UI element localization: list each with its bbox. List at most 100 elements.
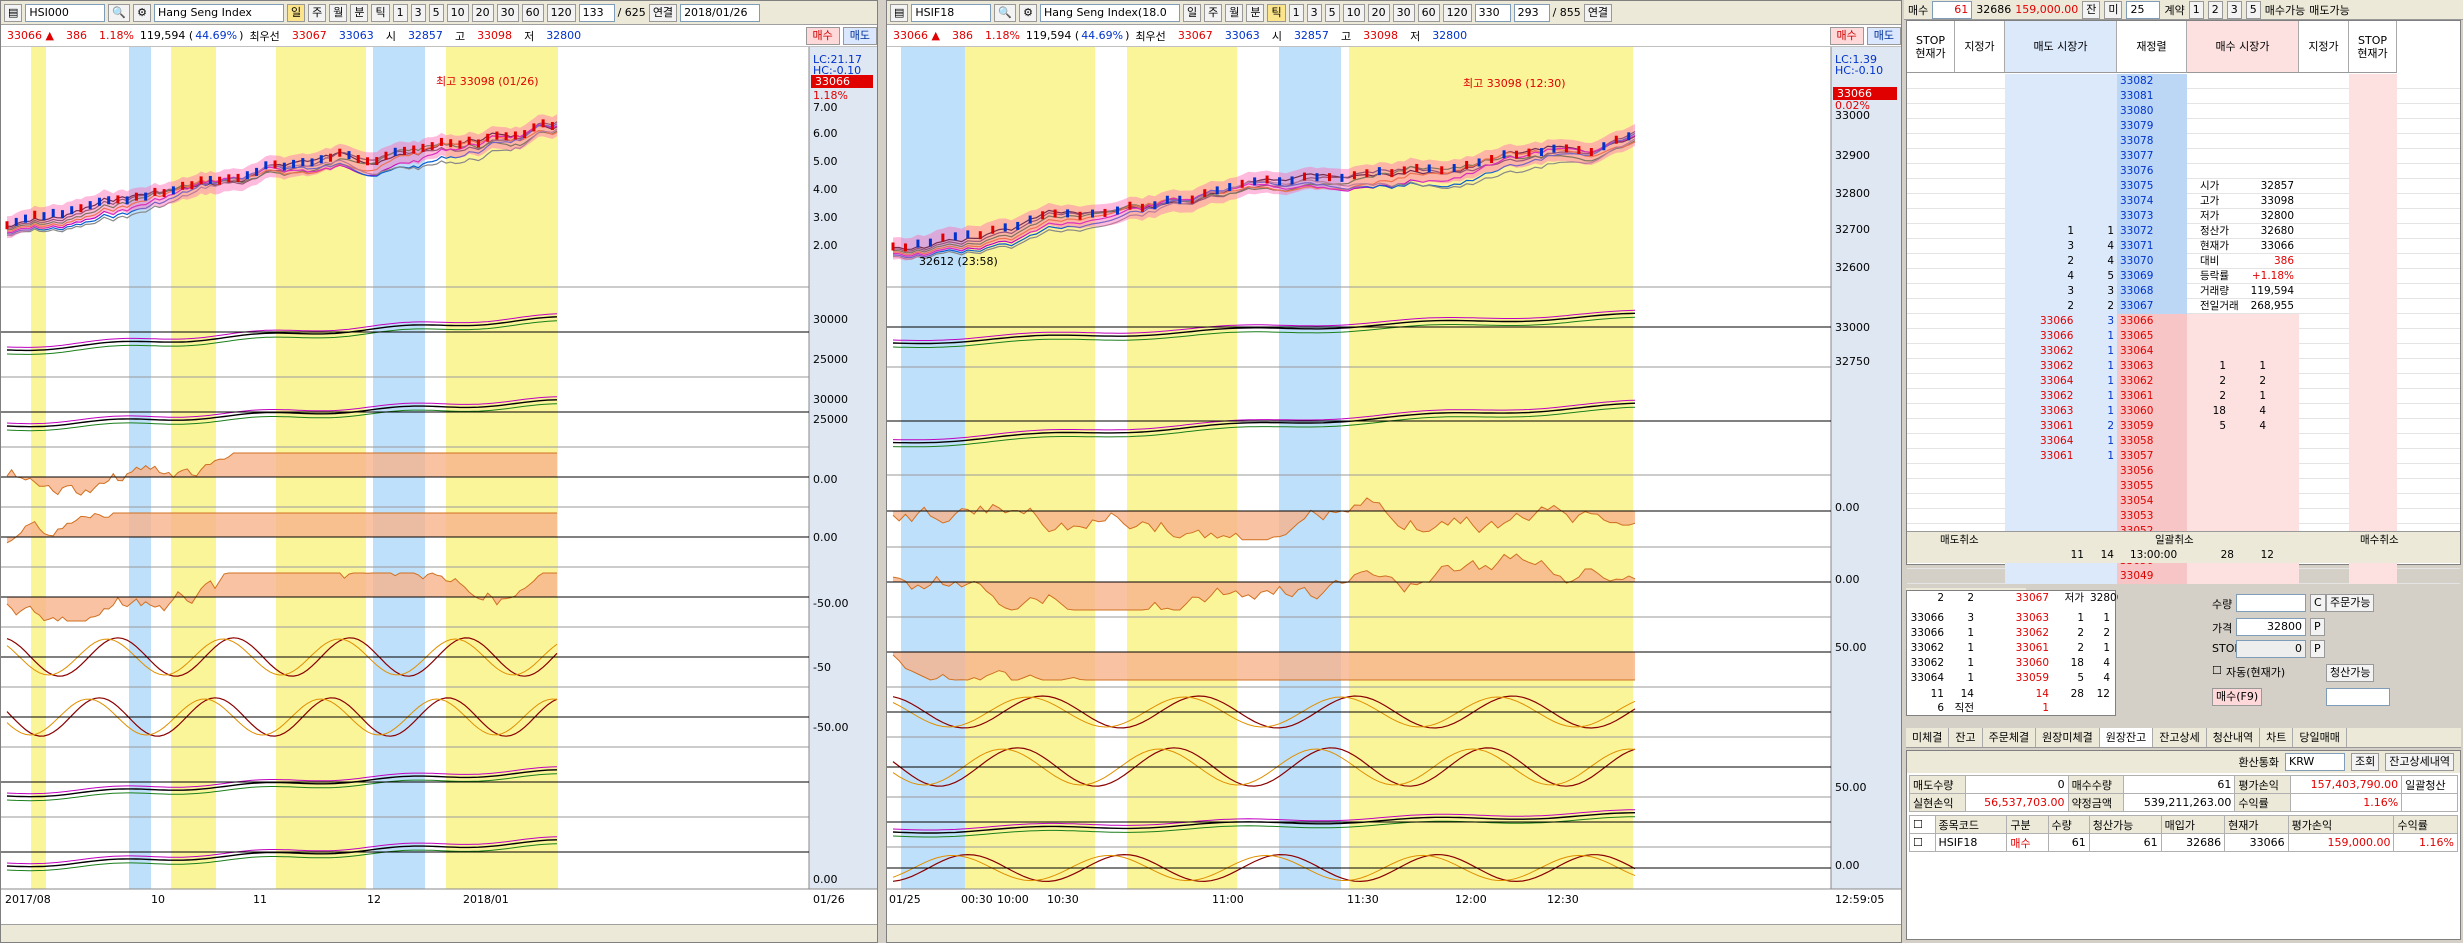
stop-input[interactable]: 0 — [2236, 640, 2306, 658]
currency-select[interactable]: KRW — [2285, 753, 2346, 771]
interval-30-button[interactable]: 30 — [1392, 3, 1415, 22]
orderable-button[interactable]: 주문가능 — [2326, 594, 2375, 612]
account-tab[interactable]: 잔고상세 — [2153, 728, 2207, 747]
ask-level-row[interactable]: 2 2 33067 전일거래 268,955 — [1907, 299, 2460, 314]
ask-level-row[interactable]: 33076 — [1907, 164, 2460, 179]
ask-level-row[interactable]: 3 3 33068 거래량 119,594 — [1907, 284, 2460, 299]
period-tick-button[interactable]: 틱 — [1267, 3, 1286, 22]
tick-size-input[interactable]: 330 — [1474, 3, 1511, 22]
period-minute-button[interactable]: 분 — [350, 3, 369, 22]
ask-level-row[interactable]: 33080 — [1907, 104, 2460, 119]
settleable-button[interactable]: 청산가능 — [2326, 664, 2375, 682]
interval-20-button[interactable]: 20 — [471, 3, 494, 22]
ask-level-row[interactable]: 33075 시가 32857 — [1907, 179, 2460, 194]
account-tab[interactable]: 차트 — [2260, 728, 2294, 747]
buy-button[interactable]: 매수 — [805, 26, 840, 45]
symbol-code-input[interactable]: HSIF18 — [911, 3, 992, 22]
interval-3-button[interactable]: 3 — [1306, 3, 1322, 22]
interval-120-button[interactable]: 120 — [1442, 3, 1472, 22]
link-button[interactable]: 연결 — [1583, 3, 1613, 22]
period-month-button[interactable]: 월 — [329, 3, 348, 22]
account-tab[interactable]: 원장잔고 — [2099, 728, 2154, 747]
account-tab[interactable]: 청산내역 — [2207, 728, 2261, 747]
bid-level-row[interactable]: 33061 2 33059 5 4 — [1907, 419, 2460, 434]
ask-level-row[interactable]: 33081 — [1907, 89, 2460, 104]
market-sell-header[interactable]: 매도 시장가 — [2005, 21, 2117, 73]
chart-scrollbar[interactable] — [1, 924, 877, 942]
link-button[interactable]: 연결 — [648, 3, 678, 22]
ask-level-row[interactable]: 33078 — [1907, 134, 2460, 149]
account-tab[interactable]: 잔고 — [1949, 728, 1983, 747]
buy-f9-button[interactable]: 매수(F9) — [2212, 688, 2263, 706]
interval-20-button[interactable]: 20 — [1367, 3, 1390, 22]
select-all-checkbox[interactable]: ☐ — [1909, 815, 1936, 834]
balance-tab-button[interactable]: 잔 — [2082, 0, 2101, 19]
interval-5-button[interactable]: 5 — [1324, 3, 1340, 22]
period-day-button[interactable]: 일 — [1182, 3, 1202, 22]
order-note-input[interactable] — [2326, 688, 2390, 706]
bid-level-row[interactable]: 33054 — [1907, 494, 2460, 509]
bid-level-row[interactable]: 33056 — [1907, 464, 2460, 479]
interval-30-button[interactable]: 30 — [496, 3, 519, 22]
bid-level-row[interactable]: 33055 — [1907, 479, 2460, 494]
bid-level-row[interactable]: 33061 1 33057 — [1907, 449, 2460, 464]
settle-all-button[interactable]: 일괄청산 — [2401, 775, 2458, 794]
qty-preset-2[interactable]: 2 — [2207, 0, 2223, 19]
ask-level-row[interactable]: 4 5 33069 등락률 +1.18% — [1907, 269, 2460, 284]
ask-level-row[interactable]: 33074 고가 33098 — [1907, 194, 2460, 209]
ask-level-row[interactable]: 33077 — [1907, 149, 2460, 164]
bar-count-input[interactable]: 133 — [578, 3, 615, 22]
clear-button[interactable]: C — [2310, 594, 2326, 612]
row-checkbox[interactable]: ☐ — [1909, 833, 1936, 852]
symbol-code-input[interactable]: HSI000 — [25, 3, 106, 22]
qty-preset-1[interactable]: 1 — [2188, 0, 2204, 19]
sell-button[interactable]: 매도 — [1866, 26, 1901, 45]
settings-icon[interactable]: ⚙ — [133, 3, 151, 22]
ask-level-row[interactable]: 2 4 33070 대비 386 — [1907, 254, 2460, 269]
period-week-button[interactable]: 주 — [308, 3, 327, 22]
bid-level-row[interactable]: 33053 — [1907, 509, 2460, 524]
bid-level-row[interactable]: 33064 1 33062 2 2 — [1907, 374, 2460, 389]
interval-120-button[interactable]: 120 — [546, 3, 576, 22]
bid-level-row[interactable]: 33062 1 33064 — [1907, 344, 2460, 359]
bar-count-input[interactable]: 293 — [1513, 3, 1550, 22]
qty-input[interactable] — [2236, 594, 2306, 612]
tick-chart-canvas[interactable]: 330003290032800327003260033000327500.000… — [887, 47, 1902, 926]
period-minute-button[interactable]: 분 — [1246, 3, 1265, 22]
bid-level-row[interactable]: 33063 1 33060 18 4 — [1907, 404, 2460, 419]
period-day-button[interactable]: 일 — [286, 3, 306, 22]
chart-mode-icon[interactable]: ▤ — [4, 3, 23, 22]
account-tab[interactable]: 주문체결 — [1983, 728, 2037, 747]
auto-price-checkbox[interactable]: ☐ — [2212, 664, 2222, 677]
reorder-header[interactable]: 재정렬 — [2117, 21, 2187, 73]
position-row[interactable]: ☐ HSIF18 매수 61 61 32686 33066 159,000.00 1.16% — [1909, 833, 2458, 852]
search-icon[interactable]: 🔍 — [994, 3, 1017, 22]
interval-3-button[interactable]: 3 — [410, 3, 426, 22]
date-input[interactable]: 2018/01/26 — [680, 3, 761, 22]
ask-level-row[interactable]: 33082 — [1907, 74, 2460, 89]
query-button[interactable]: 조회 — [2351, 753, 2380, 771]
stop-preset-button[interactable]: P — [2310, 640, 2325, 658]
unfilled-tab-button[interactable]: 미 — [2104, 0, 2123, 19]
buy-cancel-button[interactable]: 매수취소 — [2357, 533, 2402, 548]
bid-level-row[interactable]: 33049 — [1907, 569, 2460, 584]
qty-preset-3[interactable]: 3 — [2226, 0, 2242, 19]
ask-level-row[interactable]: 33073 저가 32800 — [1907, 209, 2460, 224]
period-tick-button[interactable]: 틱 — [371, 3, 390, 22]
daily-chart-canvas[interactable]: 6.00 5.00 4.00 3.00 2.00 30000 25000 30000 25000… — [1, 47, 878, 926]
interval-1-button[interactable]: 1 — [392, 3, 408, 22]
balance-detail-button[interactable]: 잔고상세내역 — [2385, 753, 2454, 771]
search-icon[interactable]: 🔍 — [108, 3, 131, 22]
interval-10-button[interactable]: 10 — [1342, 3, 1365, 22]
bid-level-row[interactable]: 33064 1 33058 — [1907, 434, 2460, 449]
bid-level-row[interactable]: 33062 1 33063 1 1 — [1907, 359, 2460, 374]
sell-cancel-button[interactable]: 매도취소 — [1937, 533, 1982, 548]
account-tab[interactable]: 원장미체결 — [2036, 728, 2100, 747]
ask-level-row[interactable]: 33079 — [1907, 119, 2460, 134]
period-month-button[interactable]: 월 — [1225, 3, 1244, 22]
bulk-cancel-button[interactable]: 일괄취소 — [2152, 533, 2197, 548]
market-buy-header[interactable]: 매수 시장가 — [2187, 21, 2299, 73]
price-preset-button[interactable]: P — [2310, 618, 2325, 636]
chart-scrollbar[interactable] — [887, 924, 1901, 942]
bid-level-row[interactable]: 33066 1 33065 — [1907, 329, 2460, 344]
